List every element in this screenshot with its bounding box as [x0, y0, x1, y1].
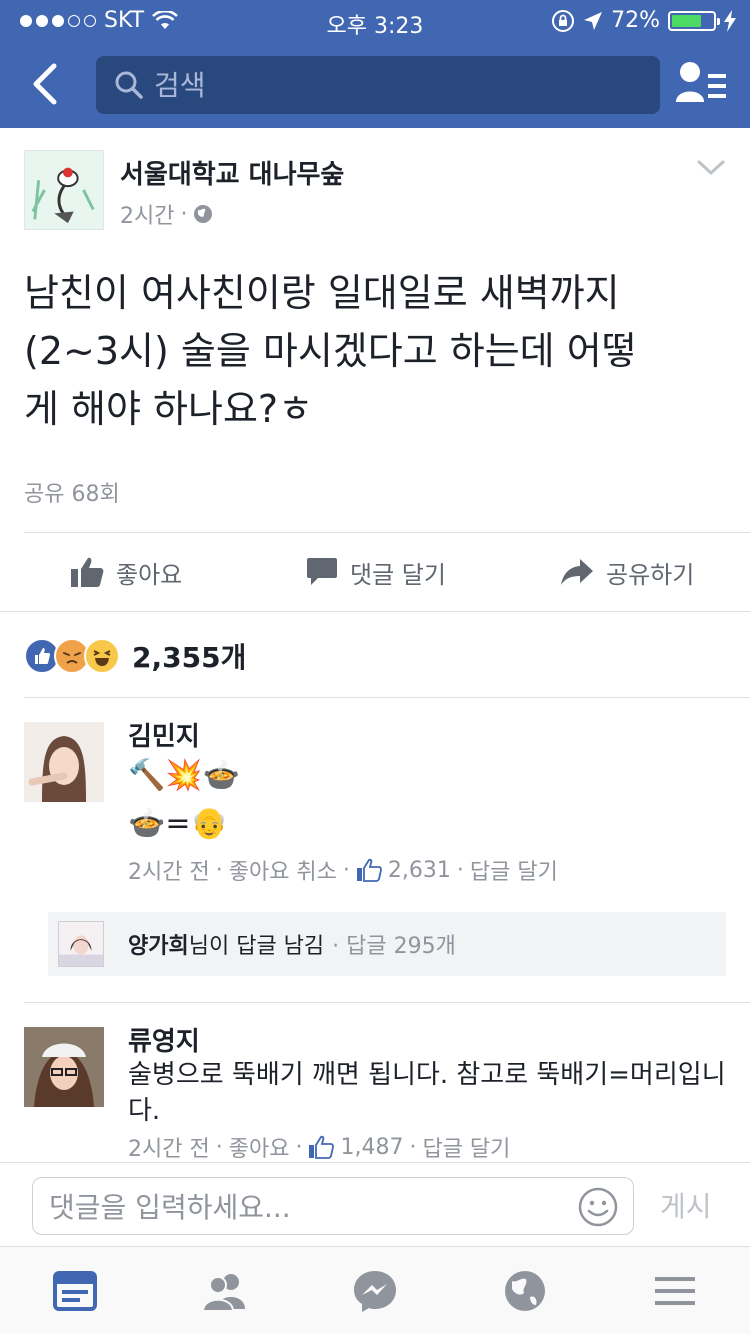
divider — [24, 532, 750, 533]
battery-percent: 72% — [611, 8, 660, 33]
avatar[interactable] — [24, 1027, 104, 1107]
meta-separator: · — [180, 201, 188, 227]
reply-author[interactable]: 양가희 — [128, 934, 189, 959]
comment-input[interactable] — [49, 1188, 569, 1226]
search-input[interactable] — [154, 68, 634, 102]
speech-bubble-icon — [307, 558, 337, 585]
comment-input-box[interactable] — [32, 1177, 634, 1235]
back-arrow-icon[interactable] — [24, 56, 68, 112]
share-label: 공유하기 — [606, 560, 695, 589]
messenger-icon[interactable] — [352, 1269, 398, 1313]
battery-icon — [668, 10, 720, 31]
status-bar: SKT 오후 3:23 72% — [0, 0, 750, 40]
page-name[interactable]: 서울대학교 대나무숲 — [120, 154, 344, 191]
smiley-icon[interactable] — [577, 1186, 619, 1228]
post-meta: 2시간 · — [120, 198, 213, 230]
news-feed-icon[interactable] — [52, 1269, 98, 1313]
reply-action-text: 님이 답글 남김 — [188, 934, 325, 959]
comment-meta: 2시간 전 · 좋아요 취소 · 2,631 · 답글 달기 — [128, 854, 558, 886]
location-arrow-icon — [584, 11, 603, 30]
thumbs-up-icon — [309, 1135, 335, 1159]
post-line: 남친이 여사친이랑 일대일로 새벽까지 — [24, 271, 620, 315]
like-button[interactable]: 좋아요 — [70, 534, 182, 610]
haha-reaction-icon — [84, 638, 120, 674]
avatar[interactable] — [24, 722, 104, 802]
thumbs-up-icon — [71, 557, 104, 587]
reply-count: · 답글 295개 — [332, 934, 456, 959]
comment-time: 2시간 전 — [128, 860, 210, 885]
like-label: 좋아요 — [116, 560, 183, 589]
notifications-globe-icon[interactable] — [502, 1269, 548, 1313]
status-right: 72% — [551, 8, 736, 33]
post-comment-button[interactable]: 게시 — [660, 1185, 712, 1225]
chevron-down-icon[interactable] — [696, 158, 726, 178]
avatar — [58, 921, 104, 967]
reply-author-text: 양가희님이 답글 남김 — [128, 928, 324, 960]
post-header: 서울대학교 대나무숲 2시간 · — [0, 128, 750, 248]
reaction-count: 2,355개 — [132, 641, 247, 674]
post-line: (2~3시) 술을 마시겠다고 하는데 어떻 — [24, 329, 637, 373]
top-bar: SKT 오후 3:23 72% — [0, 0, 750, 128]
comment-meta: 2시간 전 · 좋아요 · 1,487 · 답글 달기 — [128, 1131, 510, 1163]
reply-link[interactable]: 답글 달기 — [422, 1131, 510, 1163]
divider — [24, 697, 750, 698]
unlike-link[interactable]: 좋아요 취소 — [229, 854, 337, 886]
comment-label: 댓글 달기 — [350, 560, 446, 589]
comment-author[interactable]: 류영지 — [128, 1021, 200, 1058]
like-link[interactable]: 좋아요 — [229, 1131, 290, 1163]
post-line: 게 해야 하나요?ㅎ — [24, 387, 314, 431]
action-bar: 좋아요 댓글 달기 공유하기 — [0, 534, 750, 610]
friends-icon[interactable] — [202, 1269, 248, 1313]
like-count[interactable]: 1,487 — [340, 1135, 403, 1160]
comment-text: 술병으로 뚝배기 깨면 됩니다. 참고로 뚝배기=머리입니다. — [128, 1060, 726, 1126]
comment-composer: 게시 — [0, 1162, 750, 1246]
tab-bar — [0, 1246, 750, 1334]
post-body: 남친이 여사친이랑 일대일로 새벽까지 (2~3시) 술을 마시겠다고 하는데 … — [24, 264, 734, 438]
comment-time: 2시간 전 — [128, 1137, 210, 1162]
share-arrow-icon — [561, 559, 593, 585]
thumbs-up-icon — [356, 858, 382, 882]
friend-list-icon[interactable] — [676, 60, 726, 106]
reply-link[interactable]: 답글 달기 — [470, 854, 558, 886]
divider — [0, 611, 750, 612]
comment-author[interactable]: 김민지 — [128, 716, 200, 753]
search-icon — [115, 71, 143, 99]
rotation-lock-icon — [552, 9, 575, 32]
share-button[interactable]: 공유하기 — [560, 534, 694, 610]
divider — [24, 1002, 750, 1003]
like-count[interactable]: 2,631 — [388, 858, 451, 883]
share-count[interactable]: 공유 68회 — [24, 476, 120, 508]
search-bar[interactable] — [96, 56, 660, 114]
reply-summary[interactable]: 양가희님이 답글 남김 · 답글 295개 — [48, 912, 726, 976]
menu-icon[interactable] — [652, 1269, 698, 1313]
globe-icon — [194, 205, 213, 223]
reaction-summary[interactable]: 2,355개 — [24, 636, 246, 676]
comment-text: 🍲=👴 — [128, 806, 228, 841]
charging-icon — [724, 9, 736, 32]
page-avatar[interactable] — [24, 150, 104, 230]
comment-button[interactable]: 댓글 달기 — [306, 534, 446, 610]
comment-text: 🔨💥🍲 — [128, 758, 241, 793]
post-time[interactable]: 2시간 — [120, 198, 174, 230]
